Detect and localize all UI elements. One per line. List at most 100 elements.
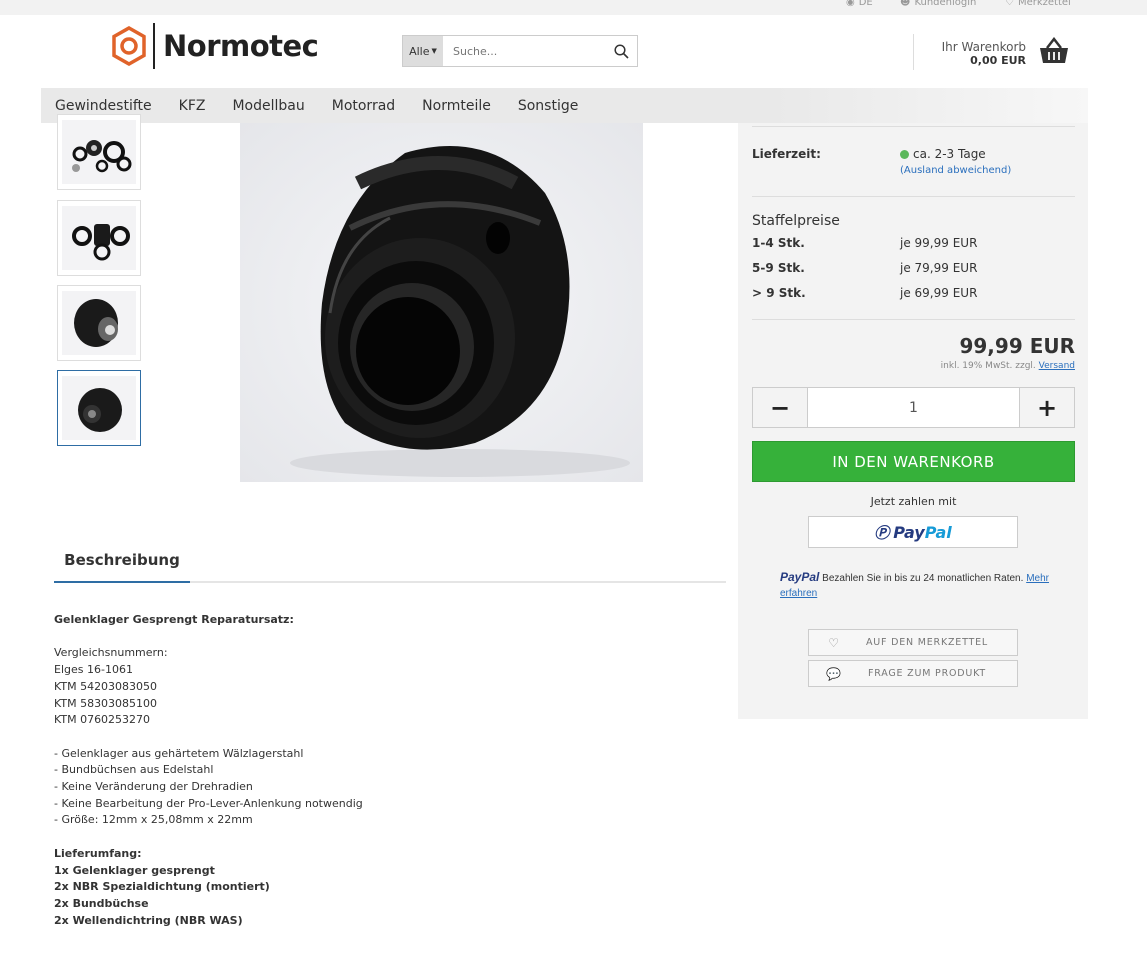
paypal-credit-message: PayPal Bezahlen Sie in bis zu 24 monatli… xyxy=(780,570,1050,601)
staffel-price-2: je 79,99 EUR xyxy=(900,261,978,275)
plus-icon: + xyxy=(1036,393,1058,422)
tax-note: inkl. 19% MwSt. zzgl. Versand xyxy=(941,361,1075,371)
scope-label: Lieferumfang: xyxy=(54,846,142,860)
compare-label: Vergleichsnummern: xyxy=(54,646,168,660)
cart-divider xyxy=(913,34,914,70)
speech-bubble-icon: 💬 xyxy=(826,666,842,681)
logo-divider xyxy=(153,23,155,69)
tab-beschreibung[interactable]: Beschreibung xyxy=(54,547,190,583)
heart-icon: ♡ xyxy=(828,635,840,650)
delivery-value: ca. 2-3 Tage xyxy=(913,147,986,161)
compare-number: KTM 58303085100 xyxy=(54,696,158,710)
divider xyxy=(752,196,1075,197)
product-bearing-image xyxy=(290,146,630,477)
paypal-button[interactable]: Ⓟ Pay Pal xyxy=(808,516,1018,548)
quantity-input[interactable]: 1 xyxy=(807,388,1020,427)
basket-icon[interactable] xyxy=(1038,37,1070,65)
paypal-pal-text: Pal xyxy=(924,522,952,542)
description-title: Gelenklager Gesprengt Reparatursatz: xyxy=(54,613,294,626)
decrease-quantity-button[interactable]: − xyxy=(753,388,807,427)
delivery-time: ca. 2-3 Tage xyxy=(900,147,986,161)
product-thumbnail-image xyxy=(62,376,136,440)
staffel-qty-1: 1-4 Stk. xyxy=(752,236,805,250)
increase-quantity-button[interactable]: + xyxy=(1020,388,1074,427)
search-category-dropdown[interactable]: Alle ▼ xyxy=(403,36,443,66)
product-price: 99,99 EUR xyxy=(959,334,1075,358)
search-button[interactable] xyxy=(605,36,637,66)
nav-item-kfz[interactable]: KFZ xyxy=(165,98,219,114)
logo-text: Normotec xyxy=(163,29,319,63)
minus-icon: − xyxy=(769,393,791,422)
thumbnail-2[interactable] xyxy=(57,200,141,276)
pay-now-label: Jetzt zahlen mit xyxy=(870,495,957,508)
quantity-stepper: − 1 + xyxy=(752,387,1075,428)
feature-item: - Gelenklager aus gehärtetem Wälzlagerst… xyxy=(54,746,304,760)
divider xyxy=(752,319,1075,320)
user-icon: ☻ xyxy=(900,0,911,8)
nav-item-gewindestifte[interactable]: Gewindestifte xyxy=(41,98,165,114)
staffel-price-1: je 99,99 EUR xyxy=(900,236,978,250)
status-dot-icon xyxy=(900,149,909,159)
cart-label[interactable]: Ihr Warenkorb xyxy=(942,40,1026,54)
divider xyxy=(752,126,1075,127)
nav-item-motorrad[interactable]: Motorrad xyxy=(318,98,408,114)
globe-icon: ◉ xyxy=(846,0,855,8)
scope-item: 1x Gelenklager gesprengt xyxy=(54,863,215,877)
wishlist-link[interactable]: ♡ Merkzettel xyxy=(1005,0,1071,8)
language-selector[interactable]: ◉ DE xyxy=(846,0,873,8)
caret-down-icon: ▼ xyxy=(431,47,437,55)
scope-item: 2x Bundbüchse xyxy=(54,896,149,910)
question-button-label: FRAGE ZUM PRODUKT xyxy=(867,668,987,679)
product-thumbnail-image xyxy=(62,206,136,270)
ask-question-button[interactable]: 💬 FRAGE ZUM PRODUKT xyxy=(808,660,1018,687)
paypal-credit-text: Bezahlen Sie in bis zu 24 monatlichen Ra… xyxy=(822,573,1024,584)
tax-note-text: inkl. 19% MwSt. zzgl. xyxy=(940,361,1036,371)
search-icon xyxy=(613,43,629,59)
shipping-link[interactable]: Versand xyxy=(1039,361,1075,371)
product-main-image[interactable] xyxy=(240,123,643,482)
search-category-label: Alle xyxy=(409,44,430,58)
language-label: DE xyxy=(858,0,873,8)
cart-total[interactable]: 0,00 EUR xyxy=(970,54,1026,67)
product-thumbnail-image xyxy=(62,120,136,184)
compare-number: KTM 54203083050 xyxy=(54,679,158,693)
thumbnail-3[interactable] xyxy=(57,285,141,361)
product-description: Gelenklager Gesprengt Reparatursatz: Ver… xyxy=(54,612,694,929)
scope-item: 2x NBR Spezialdichtung (montiert) xyxy=(54,880,270,894)
search-bar: Alle ▼ xyxy=(402,35,638,67)
site-logo[interactable]: Normotec xyxy=(111,23,319,69)
thumbnail-1[interactable] xyxy=(57,114,141,190)
hexagon-logo-icon xyxy=(112,26,146,66)
paypal-pay-text: Pay xyxy=(893,522,925,542)
login-label: Kundenlogin xyxy=(914,0,977,8)
heart-icon: ♡ xyxy=(1005,0,1014,8)
nav-item-sonstige[interactable]: Sonstige xyxy=(504,98,592,114)
wishlist-button-label: AUF DEN MERKZETTEL xyxy=(865,637,989,648)
delivery-label: Lieferzeit: xyxy=(752,147,821,161)
nav-item-normteile[interactable]: Normteile xyxy=(408,98,504,114)
main-navigation: Gewindestifte KFZ Modellbau Motorrad Nor… xyxy=(41,88,1088,123)
product-thumbnail-image xyxy=(62,291,136,355)
feature-item: - Größe: 12mm x 25,08mm x 22mm xyxy=(54,813,253,827)
paypal-credit-logo: PayPal xyxy=(780,570,820,584)
staffel-qty-2: 5-9 Stk. xyxy=(752,261,805,275)
feature-item: - Keine Bearbeitung der Pro-Lever-Anlenk… xyxy=(54,796,363,810)
staffel-qty-3: > 9 Stk. xyxy=(752,286,806,300)
feature-item: - Keine Veränderung der Drehradien xyxy=(54,780,253,793)
delivery-note-link[interactable]: (Ausland abweichend) xyxy=(900,165,1011,176)
feature-item: - Bundbüchsen aus Edelstahl xyxy=(54,763,214,777)
paypal-logo-icon: Ⓟ xyxy=(874,523,890,542)
add-to-wishlist-button[interactable]: ♡ AUF DEN MERKZETTEL xyxy=(808,629,1018,656)
top-bar: ◉ DE ☻ Kundenlogin ♡ Merkzettel xyxy=(0,0,1147,15)
compare-number: Elges 16-1061 xyxy=(54,663,133,677)
scope-item: 2x Wellendichtring (NBR WAS) xyxy=(54,913,243,927)
wishlist-label: Merkzettel xyxy=(1017,0,1071,8)
thumbnail-4[interactable] xyxy=(57,370,141,446)
staffel-price-3: je 69,99 EUR xyxy=(900,286,978,300)
login-link[interactable]: ☻ Kundenlogin xyxy=(900,0,976,8)
staffel-title: Staffelpreise xyxy=(752,213,840,229)
compare-number: KTM 0760253270 xyxy=(54,713,151,727)
nav-item-modellbau[interactable]: Modellbau xyxy=(218,98,317,114)
search-input[interactable] xyxy=(443,36,605,66)
add-to-cart-button[interactable]: IN DEN WARENKORB xyxy=(752,441,1075,482)
